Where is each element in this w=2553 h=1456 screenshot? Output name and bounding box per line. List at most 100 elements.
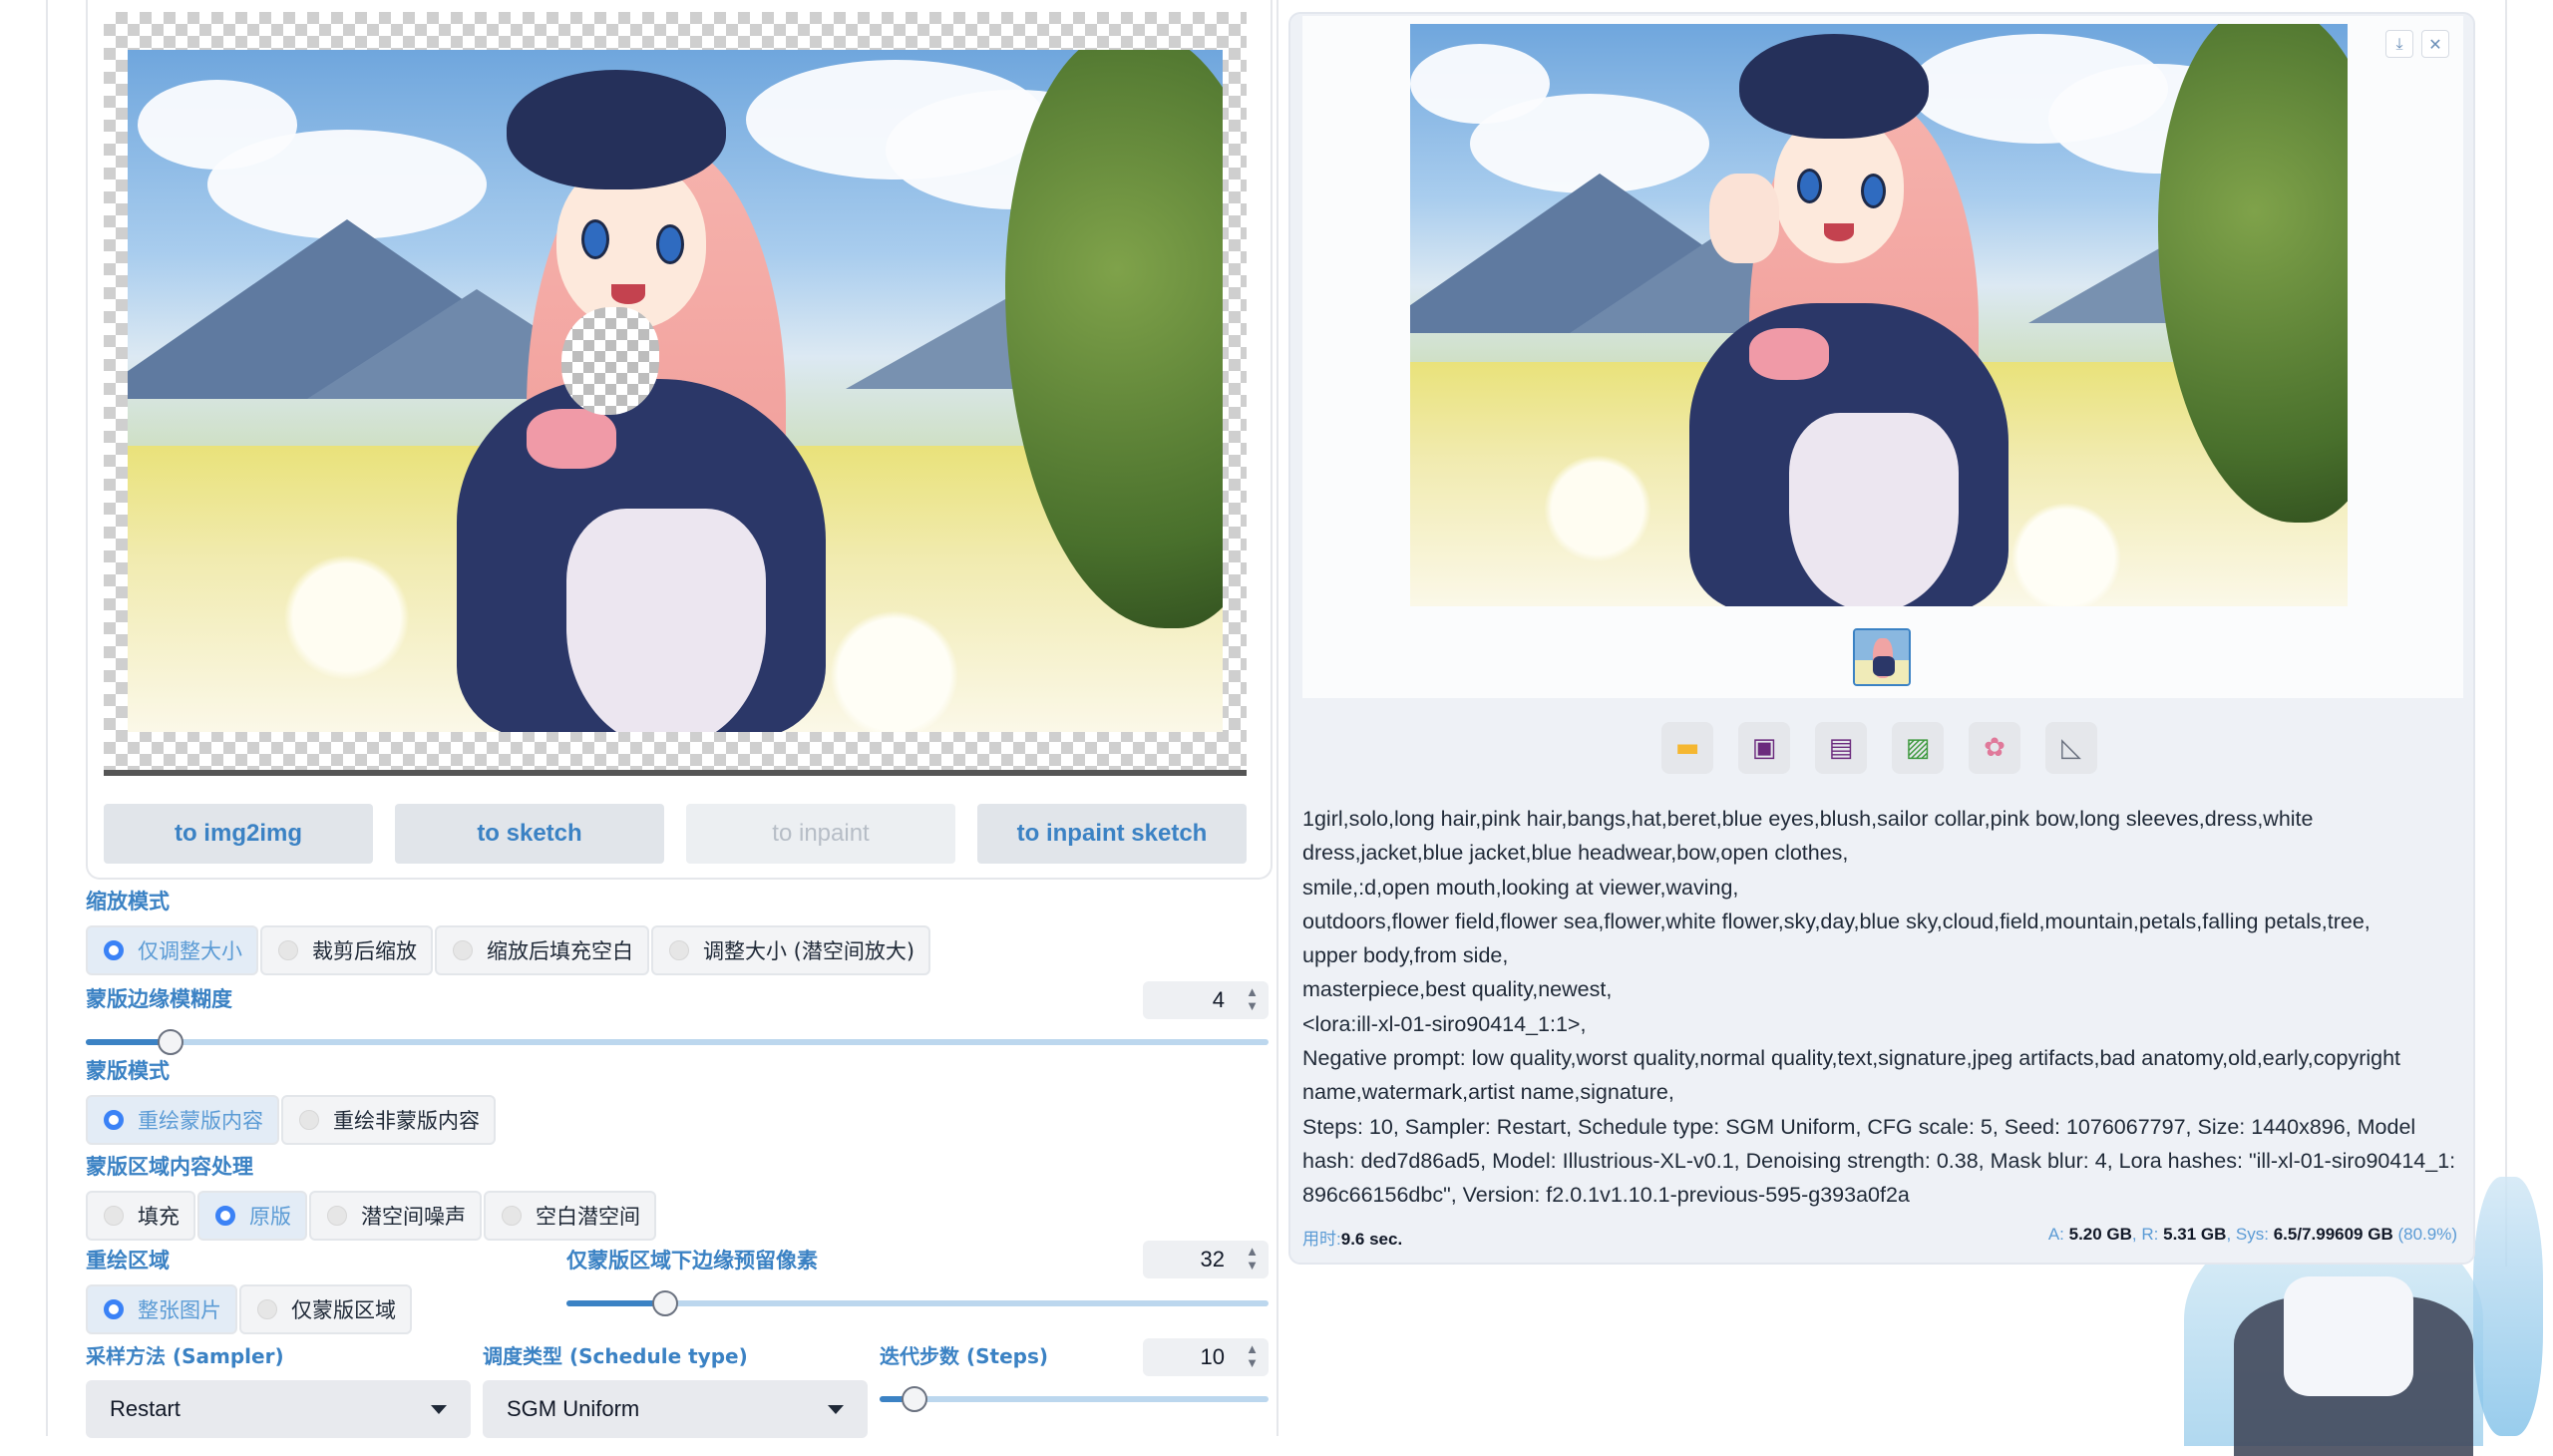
folder-icon[interactable]: ▬ (1661, 722, 1713, 774)
option-label: 缩放后填充空白 (487, 939, 633, 963)
mem-sys-label: Sys: (2235, 1225, 2269, 1244)
sampler-dropdown[interactable]: Restart (86, 1380, 471, 1438)
info-line: masterpiece,best quality,newest, (1302, 977, 1613, 1002)
mask-mode-option-inpaint-not-masked[interactable]: 重绘非蒙版内容 (281, 1095, 496, 1145)
option-label: 重绘蒙版内容 (138, 1109, 263, 1133)
only-masked-padding-slider[interactable] (566, 1290, 1269, 1316)
radio-icon (257, 1299, 277, 1319)
resize-mode-option-latent-upscale[interactable]: 调整大小 (潜空间放大) (651, 925, 931, 975)
schedule-type-dropdown[interactable]: SGM Uniform (483, 1380, 868, 1438)
canvas-bottom-bar (104, 770, 1247, 776)
mask-blur-label: 蒙版边缘模糊度 (86, 987, 232, 1011)
zip-icon[interactable]: ▤ (1815, 722, 1867, 774)
output-image[interactable] (1410, 24, 2348, 606)
masked-content-label: 蒙版区域内容处理 (86, 1155, 253, 1179)
radio-icon (502, 1206, 522, 1226)
masked-content-option-latent-nothing[interactable]: 空白潜空间 (484, 1191, 656, 1241)
radio-icon (104, 1206, 124, 1226)
option-label: 填充 (138, 1205, 180, 1229)
send-to-inpaint-icon[interactable]: ✿ (1969, 722, 2020, 774)
mem-sys-percent: (80.9%) (2397, 1225, 2457, 1244)
send-to-img2img-button[interactable]: to img2img (104, 804, 373, 864)
time-label: 用时: (1302, 1230, 1341, 1249)
option-label: 原版 (249, 1205, 291, 1229)
info-line: Steps: 10, Sampler: Restart, Schedule ty… (1302, 1114, 2456, 1208)
only-masked-padding-number-input[interactable]: 32 ▲ ▼ (1143, 1241, 1269, 1278)
inpaint-area-label: 重绘区域 (86, 1249, 170, 1273)
chevron-down-icon (431, 1404, 447, 1414)
masked-content-option-latent-noise[interactable]: 潜空间噪声 (309, 1191, 482, 1241)
radio-icon (669, 940, 689, 960)
send-to-img2img-icon[interactable]: ▨ (1892, 722, 1944, 774)
time-taken: 用时:9.6 sec. (1302, 1225, 1402, 1250)
slider-thumb[interactable] (902, 1386, 927, 1412)
masked-content-option-fill[interactable]: 填充 (86, 1191, 195, 1241)
generation-info: 1girl,solo,long hair,pink hair,bangs,hat… (1302, 802, 2459, 1213)
info-line: Negative prompt: low quality,worst quali… (1302, 1046, 2401, 1105)
send-to-inpaint-sketch-button[interactable]: to inpaint sketch (977, 804, 1247, 864)
slider-thumb[interactable] (158, 1029, 183, 1055)
send-to-inpaint-button: to inpaint (686, 804, 955, 864)
option-label: 仅蒙版区域 (291, 1298, 396, 1322)
schedule-type-value: SGM Uniform (507, 1396, 640, 1421)
radio-icon (453, 940, 473, 960)
option-label: 仅调整大小 (138, 939, 242, 963)
mem-r-label: R: (2141, 1225, 2159, 1244)
info-line: upper body,from side, (1302, 943, 1509, 968)
option-label: 空白潜空间 (536, 1205, 640, 1229)
option-label: 重绘非蒙版内容 (333, 1109, 480, 1133)
masked-content-option-original[interactable]: 原版 (197, 1191, 307, 1241)
time-value: 9.6 sec. (1340, 1230, 1403, 1249)
right-frame-line (2505, 0, 2507, 1267)
inpaint-area-option-whole-picture[interactable]: 整张图片 (86, 1284, 237, 1334)
canvas-image[interactable] (128, 50, 1223, 732)
mask-mode-radio-group: 重绘蒙版内容 重绘非蒙版内容 (86, 1095, 498, 1145)
resize-mode-option-just-resize[interactable]: 仅调整大小 (86, 925, 258, 975)
center-divider (1276, 0, 1278, 1436)
steps-value: 10 (1200, 1344, 1225, 1369)
info-line: <lora:ill-xl-01-siro90414_1:1>, (1302, 1011, 1587, 1036)
resize-mode-option-resize-and-fill[interactable]: 缩放后填充空白 (435, 925, 649, 975)
sampler-value: Restart (110, 1396, 181, 1421)
radio-icon (278, 940, 298, 960)
resize-mode-option-crop-and-resize[interactable]: 裁剪后缩放 (260, 925, 433, 975)
gallery-thumbnail[interactable] (1853, 628, 1911, 686)
sampler-label: 采样方法 (Sampler) (86, 1344, 284, 1368)
spinner-arrows-icon[interactable]: ▲ ▼ (1246, 1342, 1259, 1370)
save-icon[interactable]: ▣ (1738, 722, 1790, 774)
radio-selected-icon (104, 1110, 124, 1130)
send-to-sketch-button[interactable]: to sketch (395, 804, 664, 864)
resize-mode-label: 缩放模式 (86, 890, 170, 913)
radio-selected-icon (104, 940, 124, 960)
only-masked-padding-label: 仅蒙版区域下边缘预留像素 (566, 1249, 818, 1273)
inpaint-canvas[interactable] (104, 12, 1247, 776)
mem-sys-value: 6.5/7.99609 GB (2273, 1225, 2393, 1244)
schedule-type-label: 调度类型 (Schedule type) (483, 1344, 748, 1368)
steps-slider[interactable] (880, 1386, 1269, 1412)
mem-a-value: 5.20 GB (2068, 1225, 2132, 1244)
chevron-down-icon (828, 1404, 844, 1414)
slider-thumb[interactable] (652, 1290, 678, 1316)
download-icon[interactable]: ⤓ (2385, 30, 2413, 58)
radio-icon (299, 1110, 319, 1130)
spinner-arrows-icon[interactable]: ▲ ▼ (1246, 1245, 1259, 1273)
only-masked-padding-value: 32 (1200, 1247, 1225, 1272)
spinner-arrows-icon[interactable]: ▲ ▼ (1246, 985, 1259, 1013)
radio-selected-icon (215, 1206, 235, 1226)
radio-icon (327, 1206, 347, 1226)
mask-blur-number-input[interactable]: 4 ▲ ▼ (1143, 981, 1269, 1019)
info-line: 1girl,solo,long hair,pink hair,bangs,hat… (1302, 807, 2314, 866)
mem-r-value: 5.31 GB (2163, 1225, 2227, 1244)
inpaint-area-option-only-masked[interactable]: 仅蒙版区域 (239, 1284, 412, 1334)
masked-content-radio-group: 填充 原版 潜空间噪声 空白潜空间 (86, 1191, 658, 1241)
left-frame-line (46, 0, 48, 1436)
mask-mode-option-inpaint-masked[interactable]: 重绘蒙版内容 (86, 1095, 279, 1145)
option-label: 整张图片 (138, 1298, 221, 1322)
option-label: 调整大小 (潜空间放大) (703, 939, 915, 963)
inpaint-area-radio-group: 整张图片 仅蒙版区域 (86, 1284, 414, 1334)
steps-number-input[interactable]: 10 ▲ ▼ (1143, 1338, 1269, 1376)
mask-blur-slider[interactable] (86, 1029, 1269, 1055)
send-to-extras-icon[interactable]: ◺ (2045, 722, 2097, 774)
mask-mode-label: 蒙版模式 (86, 1059, 170, 1083)
close-icon[interactable]: ✕ (2421, 30, 2449, 58)
